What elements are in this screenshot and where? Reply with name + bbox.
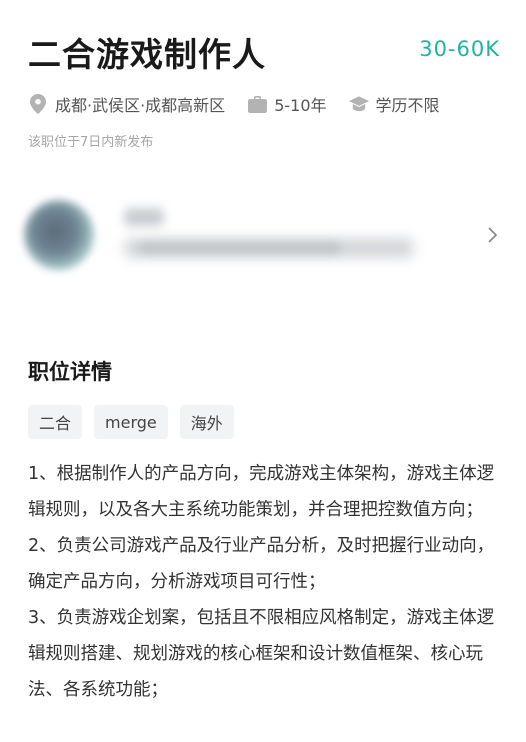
job-meta: 成都·武侯区·成都高新区 5-10年 学历不限	[28, 92, 462, 116]
tag-item: 二合	[28, 405, 83, 439]
job-header: 二合游戏制作人 30-60K	[28, 28, 500, 74]
recruiter-name-blurred	[124, 208, 164, 226]
chevron-right-icon[interactable]	[484, 224, 502, 246]
recruiter-card[interactable]	[20, 198, 506, 288]
job-description: 1、根据制作人的产品方向，完成游戏主体架构，游戏主体逻辑规则，以及各大主系统功能…	[28, 456, 498, 708]
experience-text: 5-10年	[274, 96, 327, 115]
education-text: 学历不限	[375, 96, 440, 115]
recruiter-title-blurred	[140, 244, 340, 252]
location-info: 成都·武侯区·成都高新区	[28, 92, 225, 116]
location-pin-icon	[28, 94, 48, 114]
education-info: 学历不限	[348, 92, 440, 116]
tag-item: 海外	[179, 405, 234, 439]
tag-item: merge	[94, 405, 168, 439]
tag-list: 二合 merge 海外	[28, 405, 246, 439]
graduation-cap-icon	[348, 94, 369, 114]
description-item: 1、根据制作人的产品方向，完成游戏主体架构，游戏主体逻辑规则，以及各大主系统功能…	[28, 464, 495, 520]
job-title: 二合游戏制作人	[28, 35, 266, 74]
salary-range: 30-60K	[419, 37, 500, 61]
description-item: 3、负责游戏企划案，包括且不限相应风格制定，游戏主体逻辑规则搭建、规划游戏的核心…	[28, 608, 495, 700]
location-text: 成都·武侯区·成都高新区	[55, 96, 226, 115]
description-item: 2、负责公司游戏产品及行业产品分析，及时把握行业动向，确定产品方向，分析游戏项目…	[28, 536, 495, 592]
briefcase-icon	[247, 94, 267, 114]
section-title: 职位详情	[28, 360, 112, 384]
recruiter-avatar	[24, 200, 94, 270]
posted-note: 该职位于7日内新发布	[28, 135, 154, 150]
experience-info: 5-10年	[247, 92, 327, 116]
